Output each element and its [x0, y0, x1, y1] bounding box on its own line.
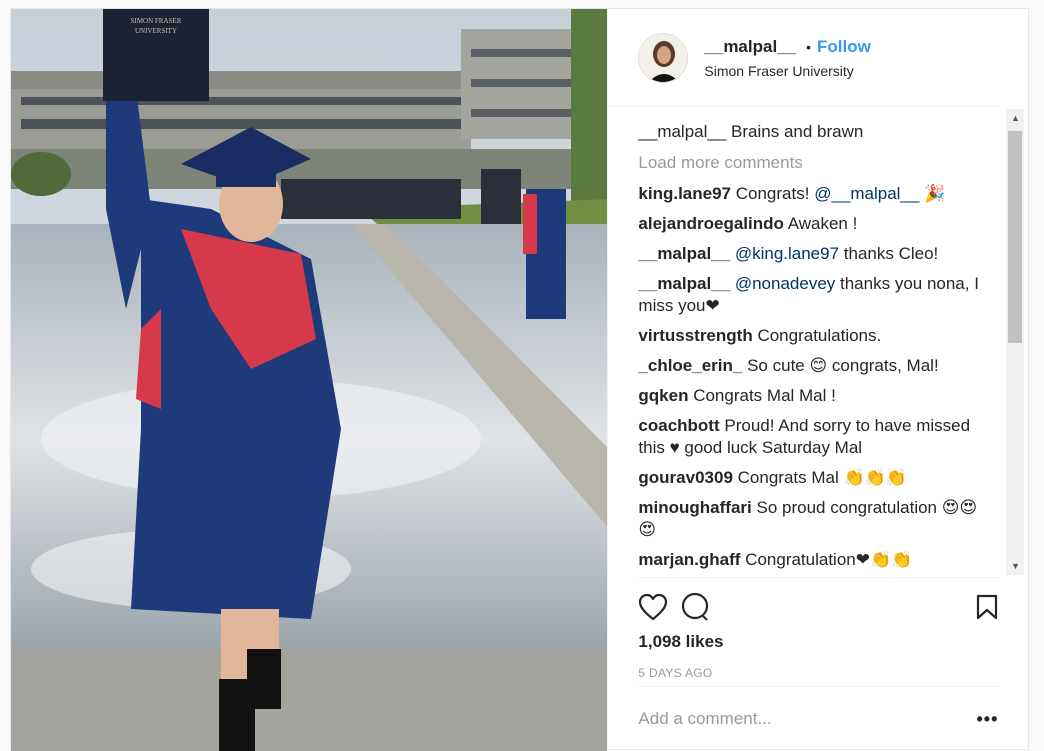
comment-text: So cute 😊 congrats, Mal! — [747, 356, 939, 375]
comment-item: king.lane97 Congrats! @__malpal__ 🎉 — [638, 183, 988, 205]
comment-item: marjan.ghaff Congratulation❤👏👏 — [638, 549, 988, 571]
header-username[interactable]: __malpal__ — [704, 37, 796, 57]
comment-username[interactable]: gqken — [638, 386, 688, 405]
caption-username[interactable]: __malpal__ — [638, 122, 726, 141]
caption-text: Brains and brawn — [731, 122, 864, 141]
post-photo[interactable]: SIMON FRASER UNIVERSITY — [11, 9, 609, 751]
comment-item: __malpal__ @nonadevey thanks you nona, I… — [638, 273, 988, 317]
comment-text-post: 🎉 — [919, 184, 946, 203]
comment-item: virtusstrength Congratulations. — [638, 325, 988, 347]
comment-username[interactable]: coachbott — [638, 416, 719, 435]
comment-item: minoughaffari So proud congratulation 😍😍… — [638, 497, 988, 541]
comment-username[interactable]: minoughaffari — [638, 498, 751, 517]
comments-scrollbar[interactable]: ▲ ▼ — [1006, 109, 1025, 575]
book-text-2: UNIVERSITY — [135, 27, 177, 35]
add-comment-bar: ••• — [638, 686, 999, 751]
separator-dot: • — [806, 38, 811, 55]
post-date: 5 DAYS AGO — [638, 666, 713, 680]
comment-item: gqken Congrats Mal Mal ! — [638, 385, 988, 407]
comment-item: alejandroegalindo Awaken ! — [638, 213, 988, 235]
book-text-1: SIMON FRASER — [131, 17, 182, 25]
graduation-photo: SIMON FRASER UNIVERSITY — [11, 9, 608, 751]
comment-text: Congrats Mal Mal ! — [693, 386, 836, 405]
comment-text: Congrats Mal 👏👏👏 — [737, 468, 907, 487]
comment-item: _chloe_erin_ So cute 😊 congrats, Mal! — [638, 355, 988, 377]
comment-item: gourav0309 Congrats Mal 👏👏👏 — [638, 467, 988, 489]
comment-username[interactable]: __malpal__ — [638, 244, 730, 263]
comment-text: Congrats! — [735, 184, 815, 203]
add-comment-input[interactable] — [638, 709, 977, 729]
follow-button[interactable]: Follow — [817, 37, 871, 57]
comment-username[interactable]: king.lane97 — [638, 184, 731, 203]
comment-bubble-icon[interactable] — [680, 592, 710, 622]
post-header: __malpal__ • Follow Simon Fraser Univers… — [608, 9, 998, 107]
location-link[interactable]: Simon Fraser University — [704, 63, 870, 79]
heart-icon[interactable] — [638, 593, 668, 621]
post-card: SIMON FRASER UNIVERSITY __malpal__ • Fol… — [10, 8, 1029, 751]
comment-item: coachbott Proud! And sorry to have misse… — [638, 415, 988, 459]
comment-text: Congratulation❤👏👏 — [745, 550, 913, 569]
post-caption: __malpal__ Brains and brawn — [638, 121, 988, 143]
comment-mention[interactable]: @__malpal__ — [814, 184, 919, 203]
bookmark-icon[interactable] — [976, 594, 998, 620]
comment-username[interactable]: __malpal__ — [638, 274, 730, 293]
post-sidebar: __malpal__ • Follow Simon Fraser Univers… — [608, 9, 1028, 751]
comment-username[interactable]: marjan.ghaff — [638, 550, 740, 569]
comment-text-post: thanks Cleo! — [839, 244, 939, 263]
likes-count[interactable]: 1,098 likes — [638, 632, 998, 652]
load-more-comments-button[interactable]: Load more comments — [638, 152, 988, 174]
scrollbar-thumb[interactable] — [1008, 131, 1023, 343]
comment-text: Awaken ! — [787, 214, 858, 233]
comment-mention[interactable]: @nonadevey — [735, 274, 835, 293]
post-actions: 1,098 likes 5 DAYS AGO — [638, 577, 999, 680]
comment-username[interactable]: virtusstrength — [638, 326, 752, 345]
comment-text: Congratulations. — [757, 326, 882, 345]
arrow-up-icon[interactable]: ▲ — [1006, 109, 1024, 127]
arrow-down-icon[interactable]: ▼ — [1006, 557, 1024, 575]
comments-list: __malpal__ Brains and brawn Load more co… — [638, 121, 988, 577]
comment-username[interactable]: alejandroegalindo — [638, 214, 783, 233]
more-options-icon[interactable]: ••• — [977, 709, 999, 730]
avatar[interactable] — [638, 32, 689, 83]
comment-username[interactable]: gourav0309 — [638, 468, 733, 487]
comment-username[interactable]: _chloe_erin_ — [638, 356, 742, 375]
comment-item: __malpal__ @king.lane97 thanks Cleo! — [638, 243, 988, 265]
comment-mention[interactable]: @king.lane97 — [735, 244, 839, 263]
